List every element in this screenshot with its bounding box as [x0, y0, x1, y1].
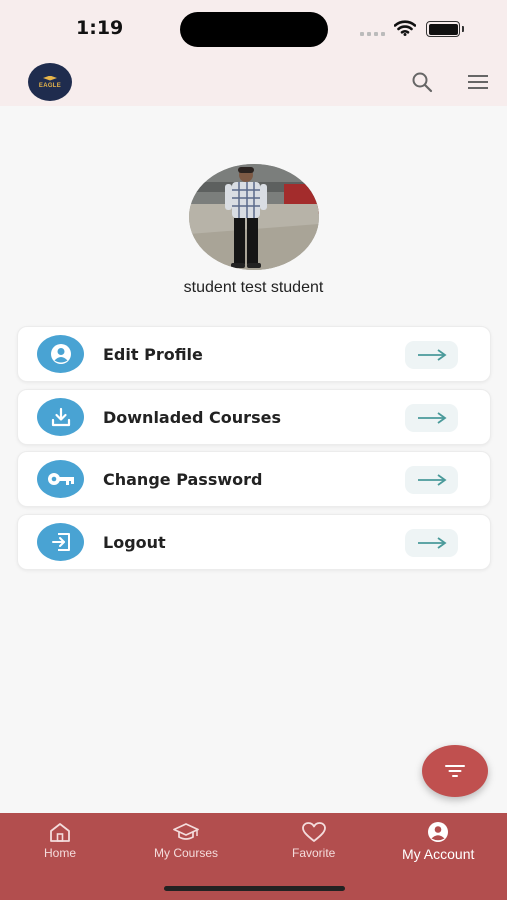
- graduation-cap-logo-icon: [43, 75, 57, 81]
- battery-nub: [462, 26, 464, 32]
- profile-photo: [189, 164, 319, 270]
- menu-item-label: Edit Profile: [103, 345, 203, 364]
- logout-icon: [37, 523, 84, 561]
- key-icon: [37, 460, 84, 498]
- nav-item-favorite[interactable]: Favorite: [292, 821, 335, 860]
- user-circle-icon: [37, 335, 84, 373]
- dynamic-island: [180, 12, 328, 47]
- home-icon: [50, 823, 70, 842]
- nav-label: Favorite: [292, 846, 336, 860]
- battery-icon: [426, 21, 460, 37]
- user-name: student test student: [183, 279, 324, 296]
- nav-label: Home: [44, 846, 77, 860]
- menu-item-label: Change Password: [103, 470, 263, 489]
- arrow-right-icon[interactable]: [405, 341, 458, 369]
- menu-item-label: Logout: [103, 533, 166, 552]
- app-logo[interactable]: EAGLE: [28, 63, 72, 101]
- logo-text: EAGLE: [38, 82, 62, 89]
- nav-label: My Courses: [154, 846, 219, 860]
- menu-item-edit-profile[interactable]: Edit Profile: [17, 326, 491, 382]
- menu-item-change-password[interactable]: Change Password: [17, 451, 491, 507]
- filter-fab-button[interactable]: [422, 745, 488, 797]
- app-header: EAGLE: [0, 58, 507, 106]
- wifi-icon: [394, 20, 416, 36]
- nav-item-my-account[interactable]: My Account: [402, 821, 474, 862]
- menu-item-downloaded-courses[interactable]: Downladed Courses: [17, 389, 491, 445]
- menu-item-label: Downladed Courses: [103, 408, 281, 427]
- download-icon: [37, 398, 84, 436]
- arrow-right-icon[interactable]: [405, 404, 458, 432]
- heart-icon: [301, 822, 326, 842]
- avatar[interactable]: [189, 164, 319, 270]
- menu-item-logout[interactable]: Logout: [17, 514, 491, 570]
- status-time: 1:19: [76, 17, 124, 39]
- status-bar: 1:19: [0, 0, 507, 58]
- cellular-signal-icon: [360, 32, 385, 36]
- account-icon: [428, 822, 449, 842]
- home-indicator: [164, 886, 345, 891]
- search-icon[interactable]: [410, 70, 434, 94]
- nav-label: My Account: [402, 846, 475, 862]
- hamburger-menu-icon[interactable]: [466, 72, 490, 92]
- nav-item-home[interactable]: Home: [44, 821, 76, 860]
- arrow-right-icon[interactable]: [405, 529, 458, 557]
- nav-item-my-courses[interactable]: My Courses: [154, 821, 218, 860]
- arrow-right-icon[interactable]: [405, 466, 458, 494]
- filter-icon: [445, 765, 465, 777]
- graduation-cap-icon: [173, 823, 199, 840]
